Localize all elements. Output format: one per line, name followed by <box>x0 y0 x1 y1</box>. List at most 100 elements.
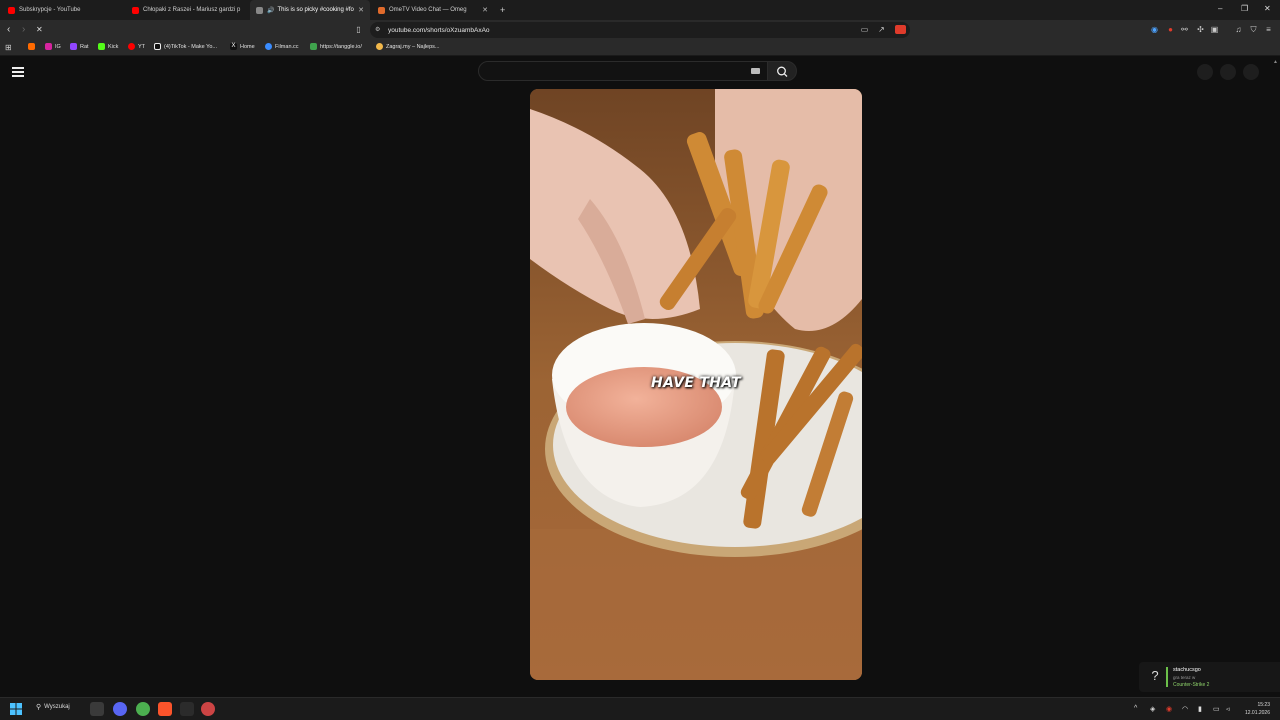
record-icon[interactable]: ● <box>1166 25 1175 34</box>
bookmark-item[interactable] <box>28 43 38 50</box>
kick-icon <box>98 43 105 50</box>
bookmark-label: (4)TikTok - Make Yo... <box>164 43 217 50</box>
maximize-icon[interactable]: ❐ <box>1241 4 1248 13</box>
brave-shield-icon[interactable] <box>895 25 906 34</box>
wallet-icon[interactable]: ⛉ <box>1249 25 1258 34</box>
notifications-button[interactable] <box>1220 64 1236 80</box>
extensions-icon[interactable]: ✣ <box>1196 25 1205 34</box>
steam-notification[interactable]: ? stachucsgo gra teraz w Counter-Strike … <box>1139 662 1280 692</box>
forward-icon[interactable]: › <box>22 24 25 35</box>
keyboard-icon[interactable] <box>751 68 760 74</box>
audio-icon[interactable]: ◉ <box>1150 25 1159 34</box>
create-button[interactable] <box>1197 64 1213 80</box>
search-input[interactable] <box>478 61 768 81</box>
search-icon <box>777 66 788 77</box>
chrome-icon[interactable] <box>136 702 150 716</box>
instagram-icon <box>45 43 52 50</box>
search-button[interactable] <box>767 61 797 81</box>
share-icon[interactable]: ↗ <box>877 25 886 34</box>
bookmark-label: Home <box>240 43 255 50</box>
youtube-icon <box>132 6 139 14</box>
headset-icon[interactable]: ◠ <box>1182 705 1188 713</box>
scrollbar-up-icon[interactable]: ▲ <box>1273 59 1278 65</box>
app-icon[interactable] <box>180 702 194 716</box>
minimize-icon[interactable]: – <box>1218 4 1222 13</box>
zagraj-icon <box>376 43 383 50</box>
notification-subtitle: gra teraz w <box>1173 675 1196 680</box>
bookmark-label: Kick <box>108 43 119 50</box>
tab-title: Subskrypcje - YouTube <box>19 7 81 13</box>
volume-icon[interactable]: ◃ <box>1226 705 1230 713</box>
tray-expand-icon[interactable]: ^ <box>1134 705 1137 712</box>
bookmark-item[interactable]: https://tanggle.io/ <box>310 43 362 50</box>
network-icon[interactable]: ▭ <box>1213 705 1220 713</box>
tab-ometv[interactable]: OmeTV Video Chat — Omeg ✕ <box>372 0 494 20</box>
short-video-player[interactable]: HAVE THAT <box>530 89 862 680</box>
back-icon[interactable]: ‹ <box>7 24 10 35</box>
bookmark-item[interactable]: X Home <box>230 43 255 50</box>
url-text: youtube.com/shorts/oXzuambAxAo <box>388 26 490 34</box>
tanggle-icon <box>310 43 317 50</box>
stop-loading-icon[interactable]: ✕ <box>36 25 43 34</box>
hamburger-menu-icon[interactable] <box>12 67 24 77</box>
microphone-icon[interactable]: ▮ <box>1198 705 1202 713</box>
video-caption: HAVE THAT <box>651 375 741 391</box>
close-tab-icon[interactable]: ✕ <box>358 6 364 14</box>
avatar[interactable] <box>1243 64 1259 80</box>
tray-icon[interactable]: ◉ <box>1166 705 1172 713</box>
bookmarks-bar: ⊞ IG Rat Kick YT (4)TikTok - Make Yo... … <box>0 40 1280 56</box>
notification-game: Counter-Strike 2 <box>1173 682 1210 688</box>
tab-chlopaki[interactable]: Chłopaki z Raszei - Mariusz gardzi p <box>126 0 248 20</box>
bookmark-item[interactable]: (4)TikTok - Make Yo... <box>154 43 217 50</box>
address-bar[interactable]: ⚙ youtube.com/shorts/oXzuambAxAo <box>370 22 910 38</box>
tab-strip: Subskrypcje - YouTube Chłopaki z Raszei … <box>0 0 1280 20</box>
steam-tray-icon[interactable]: ◈ <box>1150 705 1155 713</box>
bookmark-label: Zagraj.my – Najleps... <box>386 43 440 50</box>
youtube-icon <box>8 6 15 14</box>
tab-active-short[interactable]: 🔊 This is so picky #cooking #fo ✕ <box>250 0 370 20</box>
close-tab-icon[interactable]: ✕ <box>482 6 488 14</box>
bookmark-item[interactable]: Filman.cc <box>265 43 299 50</box>
taskbar-search[interactable]: ⚲ Wyszukaj <box>36 703 70 711</box>
brave-icon[interactable] <box>158 702 172 716</box>
new-tab-button[interactable]: + <box>494 0 510 20</box>
filman-icon <box>265 43 272 50</box>
app-icon[interactable] <box>201 702 215 716</box>
bookmark-item[interactable]: Kick <box>98 43 118 50</box>
speaker-icon: 🔊 <box>267 7 275 14</box>
bookmark-icon[interactable]: ▯ <box>354 25 363 34</box>
menu-icon[interactable]: ≡ <box>1264 25 1273 34</box>
discord-icon[interactable] <box>113 702 127 716</box>
tab-title: OmeTV Video Chat — Omeg <box>389 7 467 13</box>
bookmark-item[interactable]: Rat <box>70 43 89 50</box>
tab-title: This is so picky #cooking #fo <box>277 7 354 13</box>
x-icon: X <box>230 43 237 50</box>
apps-icon[interactable]: ⊞ <box>5 43 12 52</box>
bookmark-item[interactable]: Zagraj.my – Najleps... <box>376 43 440 50</box>
close-window-icon[interactable]: ✕ <box>1264 4 1271 13</box>
ometv-icon <box>378 6 385 14</box>
site-info-icon[interactable]: ⚙ <box>375 26 382 33</box>
clock[interactable]: 15:23 12.01.2026 <box>1245 701 1270 717</box>
file-explorer-icon[interactable] <box>90 702 104 716</box>
clock-time: 15:23 <box>1257 702 1270 708</box>
youtube-icon <box>128 43 135 50</box>
sidebar-icon[interactable]: ▣ <box>1210 25 1219 34</box>
clock-date: 12.01.2026 <box>1244 710 1270 716</box>
media-icon[interactable]: ♫ <box>1234 25 1243 34</box>
bookmark-item[interactable]: YT <box>128 43 145 50</box>
loading-icon <box>256 6 263 14</box>
tab-subscriptions[interactable]: Subskrypcje - YouTube <box>2 0 124 20</box>
cast-icon[interactable]: ▭ <box>860 25 869 34</box>
vpn-icon[interactable]: ⚯ <box>1180 25 1189 34</box>
status-bar <box>1166 667 1168 687</box>
tab-title: Chłopaki z Raszei - Mariusz gardzi p <box>143 7 241 13</box>
windows-start-icon[interactable] <box>10 703 22 715</box>
bookmark-label: Filman.cc <box>275 43 299 50</box>
youtube-shorts-page: ▲ HAVE THAT <box>0 57 1280 697</box>
bookmark-item[interactable]: IG <box>45 43 61 50</box>
game-avatar-icon: ? <box>1151 668 1159 683</box>
browser-toolbar: ‹ › ✕ ▯ ⚙ youtube.com/shorts/oXzuambAxAo… <box>0 20 1280 40</box>
twitch-icon <box>70 43 77 50</box>
notification-user: stachucsgo <box>1173 667 1201 673</box>
